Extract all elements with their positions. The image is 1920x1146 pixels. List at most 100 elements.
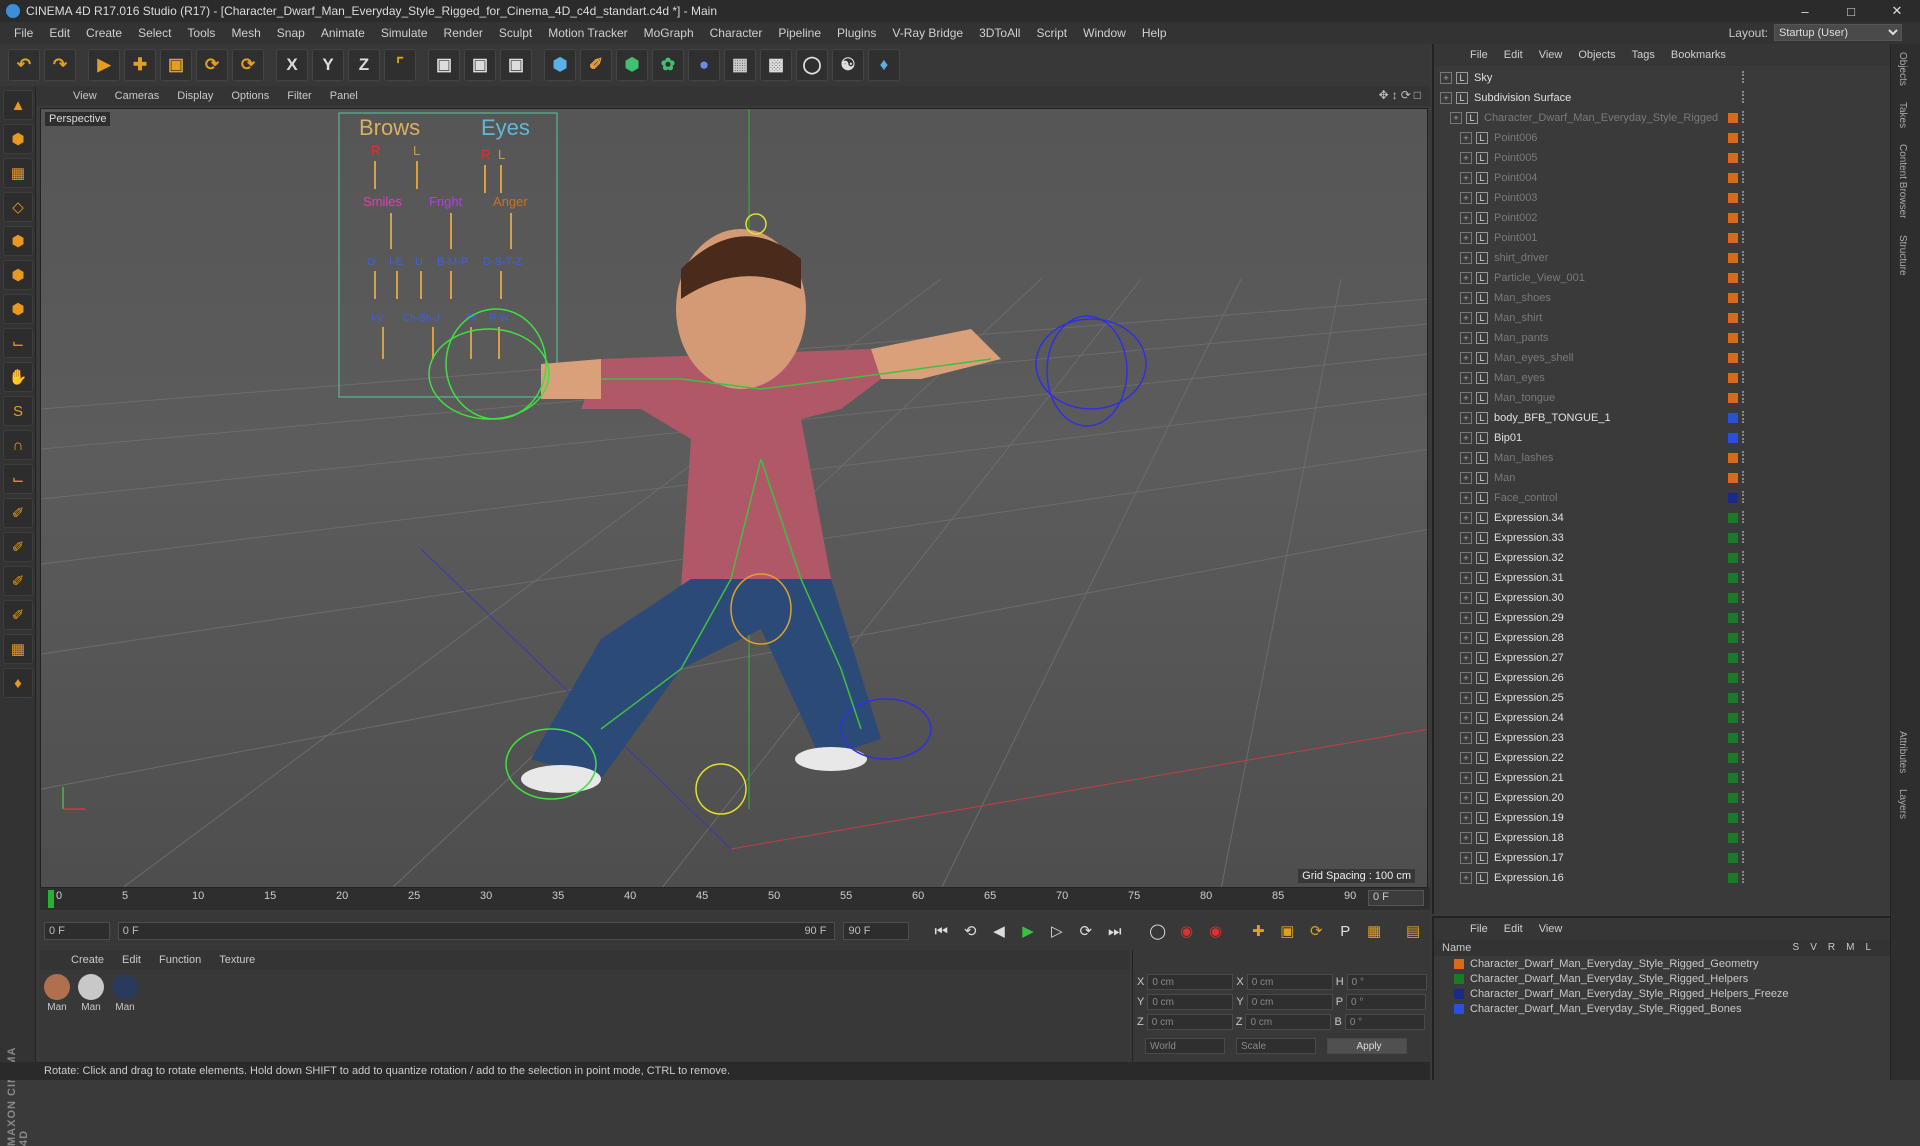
layer-color-swatch[interactable] <box>1728 113 1738 123</box>
object-row[interactable]: + L Man <box>1434 468 1888 488</box>
expand-toggle-icon[interactable]: + <box>1460 272 1472 284</box>
visibility-dots-icon[interactable] <box>1742 631 1746 643</box>
menu-3dtoall[interactable]: 3DToAll <box>971 26 1028 40</box>
perspective-viewport[interactable]: Brows Eyes R L R L Smiles Fright Anger O… <box>40 108 1428 888</box>
layer-color-swatch[interactable] <box>1728 533 1738 543</box>
move-icon[interactable]: ✚ <box>124 49 156 81</box>
layer-color-swatch[interactable] <box>1728 593 1738 603</box>
recent-tool-icon[interactable]: ⟳ <box>232 49 264 81</box>
expand-toggle-icon[interactable]: + <box>1460 312 1472 324</box>
tab-attributes[interactable]: Attributes <box>1891 723 1914 781</box>
object-row[interactable]: + L Man_tongue <box>1434 388 1888 408</box>
material-swatch[interactable]: Man <box>110 974 140 1013</box>
visibility-dots-icon[interactable] <box>1742 331 1746 343</box>
visibility-dots-icon[interactable] <box>1742 851 1746 863</box>
menu-animate[interactable]: Animate <box>313 26 373 40</box>
coord-mode-select[interactable]: World <box>1145 1038 1225 1054</box>
object-row[interactable]: + L Man_lashes <box>1434 448 1888 468</box>
workplane-icon[interactable]: ◇ <box>3 192 33 222</box>
layer-row[interactable]: Character_Dwarf_Man_Everyday_Style_Rigge… <box>1434 986 1890 1001</box>
visibility-dots-icon[interactable] <box>1742 371 1746 383</box>
material-menu-edit[interactable]: Edit <box>113 954 150 966</box>
menu-vray-bridge[interactable]: V-Ray Bridge <box>884 26 971 40</box>
apply-button[interactable]: Apply <box>1327 1038 1407 1054</box>
object-row[interactable]: + L Expression.18 <box>1434 828 1888 848</box>
object-row[interactable]: + L Expression.33 <box>1434 528 1888 548</box>
object-row[interactable]: + L Expression.27 <box>1434 648 1888 668</box>
sculpt-icon[interactable]: ✐ <box>3 600 33 630</box>
timeline-ruler[interactable]: 0 5 10 15 20 25 30 35 40 45 50 55 60 65 … <box>40 888 1430 910</box>
paint-weights-icon[interactable]: ✐ <box>3 532 33 562</box>
key-scale-icon[interactable]: ▣ <box>1275 919 1299 943</box>
deformer-icon[interactable]: ● <box>688 49 720 81</box>
expand-toggle-icon[interactable]: + <box>1460 492 1472 504</box>
layer-color-swatch[interactable] <box>1728 233 1738 243</box>
expand-toggle-icon[interactable]: + <box>1460 772 1472 784</box>
expand-toggle-icon[interactable]: + <box>1460 572 1472 584</box>
expand-toggle-icon[interactable]: + <box>1460 832 1472 844</box>
expand-toggle-icon[interactable]: + <box>1460 692 1472 704</box>
pos-x-field[interactable]: 0 cm <box>1147 974 1234 990</box>
menu-render[interactable]: Render <box>436 26 491 40</box>
visibility-dots-icon[interactable] <box>1742 211 1746 223</box>
magnet-icon[interactable]: ∩ <box>3 430 33 460</box>
record-keyframe-icon[interactable]: ◯ <box>1146 919 1170 943</box>
viewport-menu-options[interactable]: Options <box>222 90 278 102</box>
visibility-dots-icon[interactable] <box>1742 691 1746 703</box>
menu-script[interactable]: Script <box>1028 26 1075 40</box>
expand-toggle-icon[interactable]: + <box>1460 512 1472 524</box>
menu-mograph[interactable]: MoGraph <box>636 26 702 40</box>
previous-key-icon[interactable]: ⟲ <box>958 919 982 943</box>
menu-edit[interactable]: Edit <box>41 26 78 40</box>
object-row[interactable]: + L Point001 <box>1434 228 1888 248</box>
layer-color-swatch[interactable] <box>1728 453 1738 463</box>
menu-help[interactable]: Help <box>1134 26 1175 40</box>
layer-color-swatch[interactable] <box>1728 633 1738 643</box>
object-row[interactable]: + L Point005 <box>1434 148 1888 168</box>
menu-file[interactable]: File <box>6 26 41 40</box>
expand-toggle-icon[interactable]: + <box>1460 552 1472 564</box>
scale-icon[interactable]: ▣ <box>160 49 192 81</box>
expand-toggle-icon[interactable]: + <box>1460 332 1472 344</box>
menu-select[interactable]: Select <box>130 26 179 40</box>
tweak-mode-icon[interactable]: ✋ <box>3 362 33 392</box>
expand-toggle-icon[interactable]: + <box>1460 132 1472 144</box>
object-row[interactable]: + L Point003 <box>1434 188 1888 208</box>
object-row[interactable]: + Lbody_BFB_TONGUE_1 <box>1434 408 1888 428</box>
visibility-dots-icon[interactable] <box>1742 171 1746 183</box>
expand-toggle-icon[interactable]: + <box>1460 652 1472 664</box>
object-row[interactable]: + L Character_Dwarf_Man_Everyday_Style_Rig… <box>1434 108 1888 128</box>
make-editable-icon[interactable]: ▲ <box>3 90 33 120</box>
expand-toggle-icon[interactable]: + <box>1460 852 1472 864</box>
rot-p-field[interactable]: 0 ° <box>1346 994 1427 1010</box>
layer-color-swatch[interactable] <box>1728 273 1738 283</box>
cloner-icon[interactable]: ✿ <box>652 49 684 81</box>
axis-mode-icon[interactable]: ⌙ <box>3 328 33 358</box>
expand-toggle-icon[interactable]: + <box>1460 872 1472 884</box>
object-menu-tags[interactable]: Tags <box>1624 49 1663 61</box>
layer-color-swatch[interactable] <box>1728 433 1738 443</box>
layer-color-swatch[interactable] <box>1728 153 1738 163</box>
layer-color-swatch[interactable] <box>1728 473 1738 483</box>
viewport-nav-icons[interactable]: ✥↕⟳□ <box>1379 88 1424 102</box>
subdivision-icon[interactable]: ⬢ <box>616 49 648 81</box>
expand-toggle-icon[interactable]: + <box>1460 192 1472 204</box>
pos-z-field[interactable]: 0 cm <box>1146 1014 1233 1030</box>
menu-mesh[interactable]: Mesh <box>223 26 268 40</box>
object-row[interactable]: + Lshirt_driver <box>1434 248 1888 268</box>
tab-content-browser[interactable]: Content Browser <box>1891 136 1914 226</box>
layer-color-swatch[interactable] <box>1728 393 1738 403</box>
tab-structure[interactable]: Structure <box>1891 227 1914 284</box>
python-script-icon[interactable]: ♦ <box>3 668 33 698</box>
y-axis-icon[interactable]: Y <box>312 49 344 81</box>
expand-toggle-icon[interactable]: + <box>1450 112 1462 124</box>
expand-toggle-icon[interactable]: + <box>1460 432 1472 444</box>
menu-window[interactable]: Window <box>1075 26 1134 40</box>
menu-sculpt[interactable]: Sculpt <box>491 26 540 40</box>
visibility-dots-icon[interactable] <box>1742 771 1746 783</box>
texture-mode-icon[interactable]: ▦ <box>3 158 33 188</box>
visibility-dots-icon[interactable] <box>1742 791 1746 803</box>
camera-icon[interactable]: ▩ <box>760 49 792 81</box>
tab-layers[interactable]: Layers <box>1891 781 1914 827</box>
object-row[interactable]: + L Expression.23 <box>1434 728 1888 748</box>
